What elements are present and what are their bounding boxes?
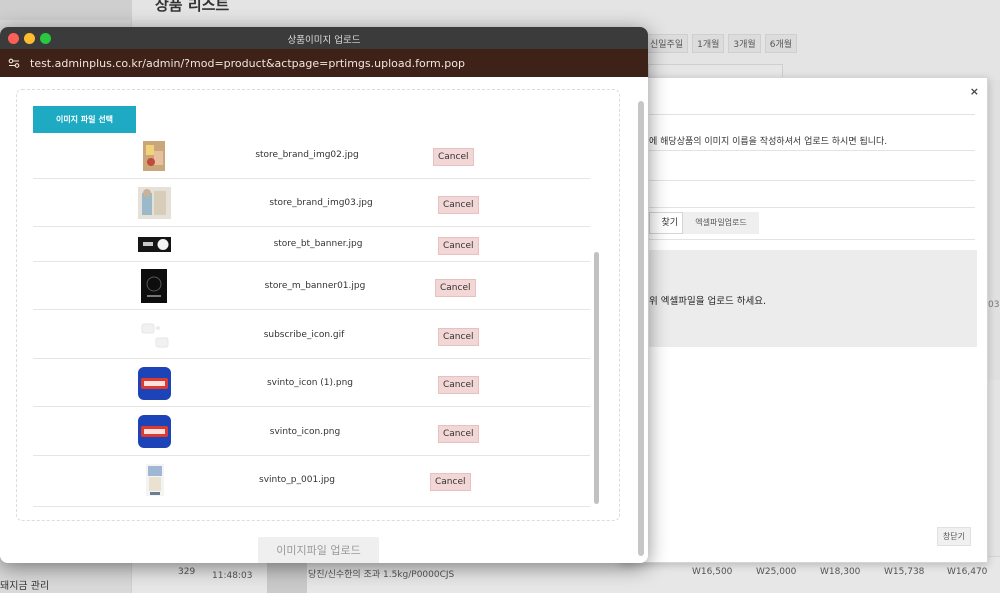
row-thumbnail <box>267 559 307 593</box>
tab-find[interactable]: 찾기 <box>649 212 683 234</box>
row-number: 329 <box>178 567 196 577</box>
file-name: store_m_banner01.jpg <box>264 281 366 291</box>
row-time: 11:48:03 <box>212 571 253 581</box>
file-row: svinto_icon (1).png Cancel <box>33 359 590 407</box>
window-titlebar: 상품이미지 업로드 <box>0 27 648 49</box>
cancel-button[interactable]: Cancel <box>438 376 479 394</box>
row-price-1: W16,500 <box>692 567 733 577</box>
file-name: svinto_icon.png <box>269 427 341 437</box>
cancel-button[interactable]: Cancel <box>430 473 471 491</box>
file-name: subscribe_icon.gif <box>263 330 345 340</box>
upload-notice-box: 위 엑셀파일을 업로드 하세요. <box>649 250 977 347</box>
row-price-3: W18,300 <box>820 567 861 577</box>
file-name: store_brand_img03.jpg <box>269 198 373 208</box>
page-title: 상품 리스트 <box>155 0 230 14</box>
divider <box>649 180 975 181</box>
divider <box>649 114 975 115</box>
period-button-1month[interactable]: 1개월 <box>692 34 725 53</box>
tab-excel-upload[interactable]: 엑셀파일업로드 <box>683 212 759 234</box>
row-price-4: W15,738 <box>884 567 925 577</box>
file-list-scrollbar[interactable] <box>594 252 599 504</box>
row-product-name: 당진/신수한의 조과 1.5kg/P0000CJS <box>308 570 455 580</box>
dialog-description: 에 해당상품의 이미지 이름을 작성하셔서 업로드 하시면 됩니다. <box>649 137 888 147</box>
image-upload-popup-window: 상품이미지 업로드 test.adminplus.co.kr/admin/?mo… <box>0 27 648 563</box>
dark-banner-thumb <box>138 237 171 252</box>
cancel-button[interactable]: Cancel <box>438 328 479 346</box>
file-row: store_bt_banner.jpg Cancel <box>33 227 590 262</box>
product-photo-thumb <box>146 464 164 496</box>
file-row: subscribe_icon.gif Cancel <box>33 310 590 359</box>
dialog-close-button[interactable]: 창닫기 <box>936 527 971 546</box>
dark-banner-thumb <box>141 269 167 303</box>
svinto-logo-thumb <box>138 367 171 400</box>
row-price-2: W25,000 <box>756 567 797 577</box>
cancel-button[interactable]: Cancel <box>438 425 479 443</box>
file-name: store_brand_img02.jpg <box>255 150 359 160</box>
file-row: store_brand_img02.jpg Cancel <box>33 141 590 179</box>
excel-upload-dialog: × 에 해당상품의 이미지 이름을 작성하셔서 업로드 하시면 됩니다. 찾기 … <box>620 77 988 563</box>
cancel-button[interactable]: Cancel <box>438 196 479 214</box>
sidebar-menu-label[interactable]: 돼지금 관리 <box>0 577 49 592</box>
period-button-3month[interactable]: 3개월 <box>728 34 761 53</box>
file-list: store_brand_img02.jpg Cancel store_brand… <box>33 141 590 507</box>
svinto-logo-thumb <box>138 415 171 448</box>
site-settings-icon[interactable] <box>8 57 20 69</box>
background-right-edge: 03 <box>988 80 1000 380</box>
sidebar-top-box <box>0 0 132 20</box>
row-price-5: W16,470 <box>947 567 988 577</box>
period-button-week[interactable]: 신일주일 <box>645 34 689 53</box>
divider <box>649 150 975 151</box>
upload-image-files-button[interactable]: 이미지파일 업로드 <box>258 537 379 563</box>
upload-notice-text: 위 엑셀파일을 업로드 하세요. <box>649 296 766 307</box>
file-row: svinto_p_001.jpg Cancel <box>33 456 590 507</box>
cancel-button[interactable]: Cancel <box>433 148 474 166</box>
file-row: store_brand_img03.jpg Cancel <box>33 179 590 227</box>
brand-photo-thumb <box>143 141 165 171</box>
window-scrollbar[interactable] <box>638 101 644 556</box>
dialog-close-icon[interactable]: × <box>970 85 979 98</box>
background-tab <box>648 64 783 78</box>
divider <box>649 239 975 240</box>
window-title: 상품이미지 업로드 <box>287 35 361 46</box>
popup-content: 이미지 파일 선택 store_brand_img02.jpg Cancel s… <box>0 77 648 563</box>
url-text[interactable]: test.adminplus.co.kr/admin/?mod=product&… <box>30 57 465 70</box>
right-edge-label: 03 <box>988 300 1000 310</box>
file-name: store_bt_banner.jpg <box>273 239 363 249</box>
cancel-button[interactable]: Cancel <box>435 279 476 297</box>
address-bar[interactable]: test.adminplus.co.kr/admin/?mod=product&… <box>0 49 648 77</box>
period-button-6month[interactable]: 6개월 <box>764 34 798 53</box>
select-image-file-button[interactable]: 이미지 파일 선택 <box>33 106 136 133</box>
white-icon-thumb <box>138 318 172 352</box>
file-name: svinto_p_001.jpg <box>259 475 335 485</box>
cancel-button[interactable]: Cancel <box>438 237 479 255</box>
period-buttons: 신일주일 1개월 3개월 6개월 <box>645 34 798 53</box>
file-row: store_m_banner01.jpg Cancel <box>33 262 590 310</box>
file-name: svinto_icon (1).png <box>266 378 354 388</box>
divider <box>649 207 975 208</box>
brand-photo-thumb <box>138 187 171 219</box>
file-row: svinto_icon.png Cancel <box>33 407 590 456</box>
